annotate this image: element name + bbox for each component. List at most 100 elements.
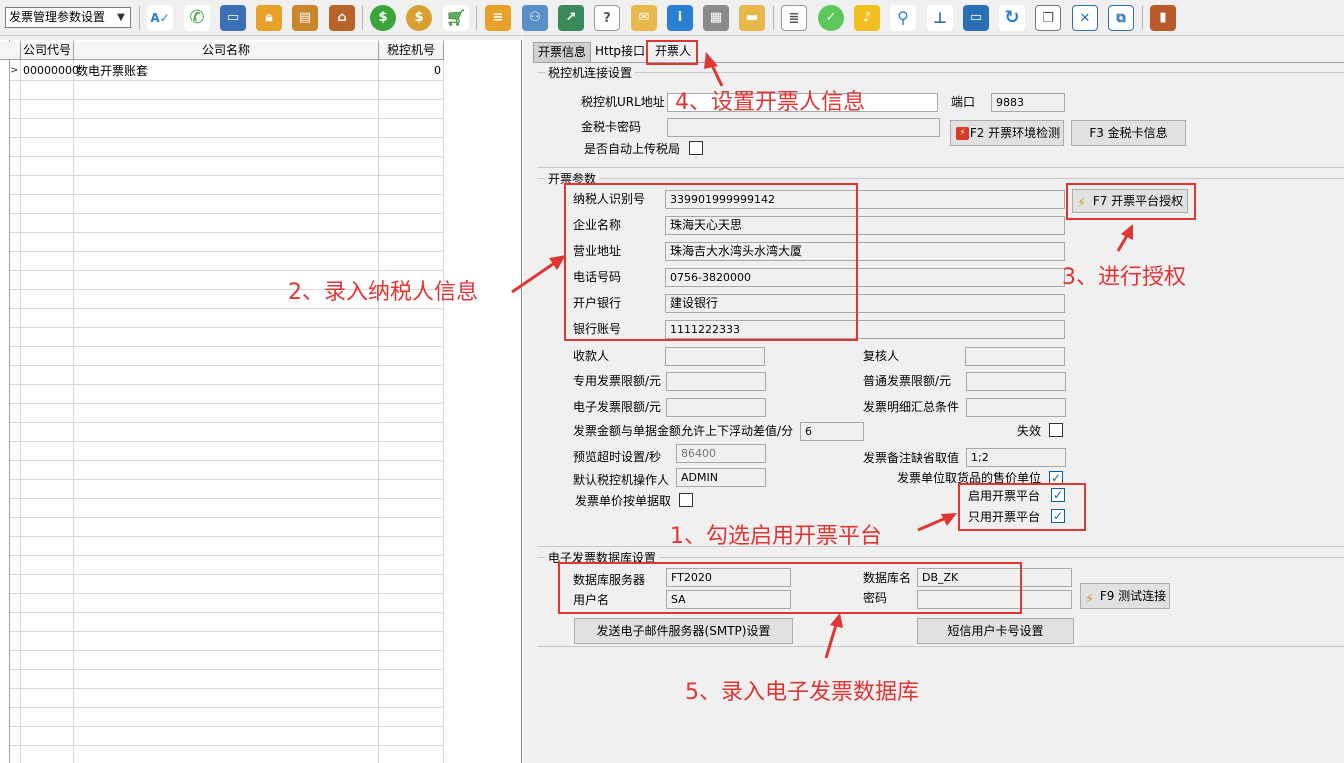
detail-condition-input[interactable] (966, 398, 1066, 417)
preview-timeout-input[interactable]: 86400 (676, 444, 766, 463)
refresh-icon[interactable]: ↻ (999, 5, 1025, 31)
grid-row-line (10, 156, 444, 157)
operator-label: 默认税控机操作人 (573, 473, 670, 487)
auto-upload-checkbox[interactable] (689, 141, 703, 155)
toolbar-separator (139, 6, 140, 30)
briefcase-icon[interactable]: ▤ (292, 5, 318, 31)
money-bag-icon[interactable]: $ (406, 5, 432, 31)
toolbar-separator (773, 6, 774, 30)
cart-icon[interactable]: 🛒︎ (443, 5, 469, 31)
search-icon[interactable]: ⚲ (890, 5, 916, 31)
normal-limit-input[interactable] (966, 372, 1066, 391)
dollar-icon[interactable]: $ (370, 5, 396, 31)
grid-row-line (10, 99, 444, 100)
grid-row-line (10, 365, 444, 366)
column-header-name[interactable]: 公司名称 (74, 42, 379, 60)
annotation-step-1: 1、勾选启用开票平台 (670, 524, 882, 549)
test-connection-button[interactable]: ⚡ F9 测试连接 (1080, 583, 1170, 609)
group-title: 税控机连接设置 (545, 64, 636, 81)
grid-row-line (10, 213, 444, 214)
grid-row-line (10, 346, 444, 347)
mail-icon[interactable]: ✉ (631, 5, 657, 31)
row-code: 00000000 (23, 64, 79, 77)
grid-row-line (10, 232, 444, 233)
grid-row-line (10, 669, 444, 670)
detail-condition-label: 发票明细汇总条件 (863, 400, 960, 414)
highlight-enable-platform (958, 483, 1086, 531)
grid-row-line (10, 384, 444, 385)
close-icon[interactable]: ✕ (1072, 5, 1098, 31)
reviewer-label: 复核人 (863, 349, 900, 363)
port-label: 端口 (951, 95, 976, 109)
home-icon[interactable]: ⌂ (329, 5, 355, 31)
auto-upload-label: 是否自动上传税局 (584, 142, 681, 156)
highlight-db-settings (558, 562, 1022, 614)
grid-row-line (10, 631, 444, 632)
windows-icon[interactable]: ❐ (1035, 5, 1061, 31)
folder-icon[interactable]: ▬ (739, 5, 765, 31)
payee-input[interactable] (665, 347, 765, 366)
preview-timeout-label: 预览超时设置/秒 (573, 450, 662, 464)
grid-row-line (10, 612, 444, 613)
chevron-down-icon[interactable]: ▼ (114, 9, 128, 26)
lock-icon[interactable]: 🔒︎ (256, 5, 282, 31)
exit-door-icon[interactable]: ▮ (1150, 5, 1176, 31)
e-limit-input[interactable] (666, 398, 766, 417)
module-select[interactable]: 发票管理参数设置 ▼ (5, 7, 131, 28)
grid-row-line (10, 745, 444, 746)
card-info-button[interactable]: F3 金税卡信息 (1071, 120, 1186, 146)
grid-row-line (10, 517, 444, 518)
float-diff-input[interactable]: 6 (800, 422, 864, 441)
calculator-icon[interactable]: ▦ (703, 5, 729, 31)
phone-icon[interactable]: ✆ (184, 5, 210, 31)
invalid-checkbox[interactable] (1049, 423, 1063, 437)
e-limit-label: 电子发票限额/元 (573, 400, 662, 414)
grid-row-line (10, 650, 444, 651)
operator-input[interactable]: ADMIN (676, 468, 766, 487)
spellcheck-icon[interactable]: A✓ (147, 5, 173, 31)
card-password-input[interactable] (667, 118, 940, 137)
annotation-step-2: 2、录入纳税人信息 (288, 280, 478, 305)
grid-row-line (10, 308, 444, 309)
users-icon[interactable]: ⚇ (522, 5, 548, 31)
bell-icon[interactable]: ♪ (854, 5, 880, 31)
float-diff-label: 发票金额与单据金额允许上下浮动差值/分 (573, 424, 794, 438)
link-icon[interactable]: ↗ (558, 5, 584, 31)
panel-splitter[interactable] (522, 36, 532, 763)
grid-row-line (10, 175, 444, 176)
row-pointer-icon: > (10, 65, 19, 76)
row-name: 数电开票账套 (76, 64, 149, 78)
tab-http-interface[interactable]: Http接口 (592, 42, 648, 62)
remark-default-input[interactable]: 1;2 (966, 448, 1066, 467)
info-icon[interactable]: i (667, 5, 693, 31)
price-by-doc-checkbox[interactable] (679, 493, 693, 507)
screen-icon[interactable]: ▭ (963, 5, 989, 31)
grid-row-line (10, 574, 444, 575)
org-chart-icon[interactable]: ⊥ (927, 5, 953, 31)
grid-row-line (10, 555, 444, 556)
tab-invoice-info[interactable]: 开票信息 (533, 42, 591, 62)
grid-row-line (10, 479, 444, 480)
grid-corner (0, 42, 21, 60)
reviewer-input[interactable] (965, 347, 1065, 366)
clipboard-icon[interactable]: ≡ (485, 5, 511, 31)
remark-default-label: 发票备注缺省取值 (863, 451, 960, 465)
grid-row-line (10, 194, 444, 195)
monitor-icon[interactable]: ▭ (220, 5, 246, 31)
lightning-icon: ⚡ (1085, 592, 1095, 607)
document-icon[interactable]: ≣ (781, 5, 807, 31)
column-header-code[interactable]: 公司代号 (21, 42, 74, 60)
row-tax-no: 0 (434, 64, 441, 77)
special-limit-input[interactable] (666, 372, 766, 391)
column-header-tax-no[interactable]: 税控机号 (379, 42, 444, 60)
smtp-settings-button[interactable]: 发送电子邮件服务器(SMTP)设置 (574, 618, 793, 644)
grid-row-line (10, 251, 444, 252)
grid-row-line (10, 327, 444, 328)
port-input[interactable]: 9883 (991, 93, 1065, 112)
sms-settings-button[interactable]: 短信用户卡号设置 (917, 618, 1074, 644)
company-grid[interactable]: 公司代号 公司名称 税控机号 > 00000000 数电开票账套 0 (0, 40, 522, 763)
env-check-button[interactable]: ⚡ F2 开票环境检测 (950, 120, 1064, 146)
help-icon[interactable]: ? (594, 5, 620, 31)
window-restore-icon[interactable]: ⧉ (1108, 5, 1134, 31)
check-icon[interactable]: ✓ (818, 5, 844, 31)
